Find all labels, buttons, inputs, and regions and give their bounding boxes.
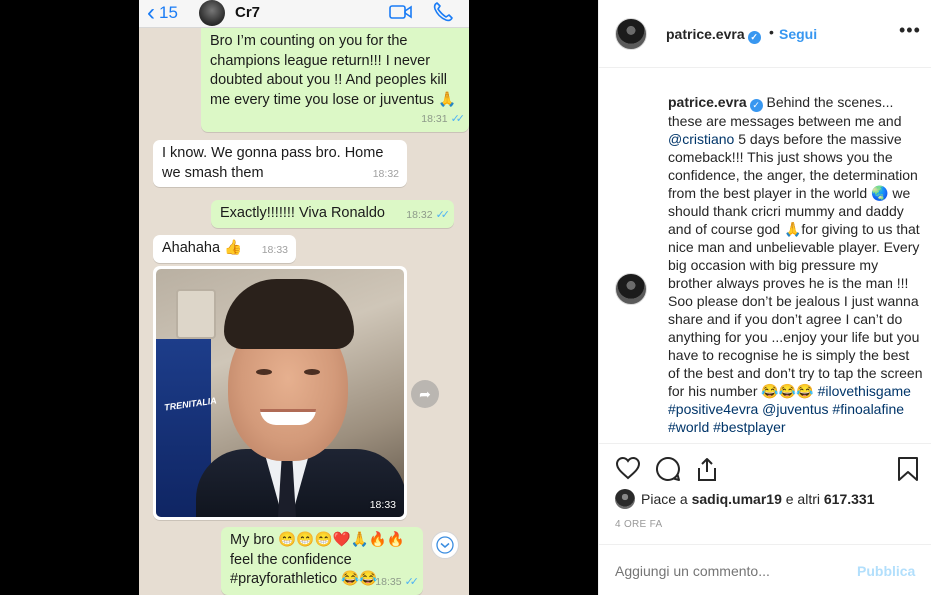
- comment-icon[interactable]: [655, 456, 681, 482]
- hashtag-link[interactable]: #positive4evra: [668, 401, 758, 417]
- message-outgoing: Bro I’m counting on you for the champion…: [201, 28, 469, 132]
- message-text: Exactly!!!!!!! Viva Ronaldo: [220, 205, 385, 221]
- chevron-left-icon: ‹: [147, 0, 155, 26]
- post-media[interactable]: ‹ 15 Cr7 Bro I’m counting on you for the…: [0, 0, 598, 595]
- message-outgoing: My bro 😁😁😁❤️🙏🔥🔥 feel the confidence #pra…: [221, 527, 423, 595]
- liker-username-link[interactable]: sadiq.umar19: [692, 491, 782, 507]
- heart-icon[interactable]: [615, 456, 641, 480]
- message-time: 18:33: [261, 243, 288, 256]
- read-ticks-icon: ✓✓: [435, 208, 451, 221]
- image-time: 18:33: [369, 499, 396, 511]
- message-outgoing: Exactly!!!!!!! Viva Ronaldo 18:32 ✓✓: [211, 200, 454, 228]
- author-username[interactable]: patrice.evra: [666, 26, 745, 42]
- caption-text: 5 days before the massive comeback!!! Th…: [668, 130, 923, 399]
- likes-count-link[interactable]: 617.331: [824, 491, 875, 507]
- whatsapp-screenshot: ‹ 15 Cr7 Bro I’m counting on you for the…: [139, 0, 469, 595]
- likes-summary: Piace a sadiq.umar19 e altri 617.331: [615, 489, 874, 509]
- caption-scroll[interactable]: patrice.evra ✓ Behind the scenes... these…: [599, 69, 931, 443]
- author-avatar[interactable]: [615, 18, 647, 50]
- publish-button[interactable]: Pubblica: [857, 563, 915, 579]
- image-message: TRENITALIA 18:33: [153, 266, 407, 520]
- hashtag-link[interactable]: #finoalafine: [832, 401, 904, 417]
- author-username-link[interactable]: patrice.evra ✓: [666, 26, 761, 44]
- chat-header: ‹ 15 Cr7: [139, 0, 469, 28]
- hashtag-link[interactable]: #ilovethisgame: [818, 383, 911, 399]
- caption-username[interactable]: patrice.evra: [668, 94, 747, 110]
- message-meta: 18:33: [262, 241, 288, 261]
- phone-icon: [433, 2, 453, 22]
- chevron-down-icon: [436, 536, 454, 554]
- contact-avatar: [199, 0, 225, 26]
- hashtag-link[interactable]: #world: [668, 419, 709, 435]
- read-ticks-icon: ✓✓: [450, 112, 466, 125]
- hashtag-link[interactable]: #bestplayer: [713, 419, 785, 435]
- mention-link[interactable]: @juventus: [762, 401, 828, 417]
- post-time[interactable]: 4 ORE FA: [615, 519, 662, 530]
- likes-prefix: Piace a: [641, 491, 692, 507]
- read-ticks-icon: ✓✓: [404, 575, 420, 588]
- message-meta: 18:35 ✓✓: [375, 573, 420, 593]
- caption-avatar[interactable]: [615, 273, 647, 305]
- bookmark-icon[interactable]: [897, 456, 919, 482]
- verified-icon: ✓: [747, 31, 761, 44]
- post-header: patrice.evra ✓ • Segui •••: [599, 0, 931, 68]
- message-time: 18:35: [375, 575, 402, 588]
- message-text: Ahahaha 👍: [162, 240, 243, 256]
- comment-bar: Pubblica: [599, 544, 931, 595]
- eye: [304, 369, 320, 375]
- message-incoming: Ahahaha 👍 18:33: [153, 235, 296, 263]
- post-panel: patrice.evra ✓ • Segui ••• patrice.evra ✓ …: [598, 0, 931, 595]
- message-time: 18:32: [406, 208, 433, 221]
- train-window: [176, 289, 216, 339]
- video-call-icon: [389, 5, 412, 19]
- message-time: 18:31: [421, 112, 448, 125]
- scroll-down-button: [431, 531, 459, 559]
- selfie-photo: TRENITALIA 18:33: [156, 269, 404, 517]
- eye: [256, 369, 272, 375]
- separator-dot: •: [769, 24, 774, 40]
- message-text: I know. We gonna pass bro. Home we smash…: [162, 145, 384, 181]
- post-caption: patrice.evra ✓ Behind the scenes... these…: [668, 93, 924, 436]
- message-meta: 18:32 ✓✓: [406, 206, 451, 226]
- follow-button[interactable]: Segui: [779, 26, 817, 42]
- smile: [260, 409, 316, 425]
- message-incoming: I know. We gonna pass bro. Home we smash…: [153, 140, 407, 187]
- more-icon[interactable]: •••: [899, 20, 921, 41]
- message-meta: 18:31 ✓✓: [421, 110, 466, 130]
- back-count: 15: [159, 3, 178, 22]
- share-icon[interactable]: [695, 456, 719, 482]
- comment-input[interactable]: [615, 563, 835, 579]
- forward-icon: ➦: [411, 380, 439, 408]
- contact-name: Cr7: [235, 4, 261, 21]
- back-button: ‹ 15: [147, 0, 178, 26]
- action-bar: [599, 443, 931, 493]
- hair: [224, 279, 354, 349]
- verified-icon: ✓: [749, 98, 763, 112]
- message-meta: 18:32: [373, 165, 399, 185]
- message-time: 18:32: [372, 167, 399, 180]
- mention-link[interactable]: @cristiano: [668, 131, 734, 147]
- liker-avatar[interactable]: [615, 489, 635, 509]
- message-text: Bro I’m counting on you for the champion…: [210, 33, 457, 108]
- likes-middle: e altri: [781, 491, 824, 507]
